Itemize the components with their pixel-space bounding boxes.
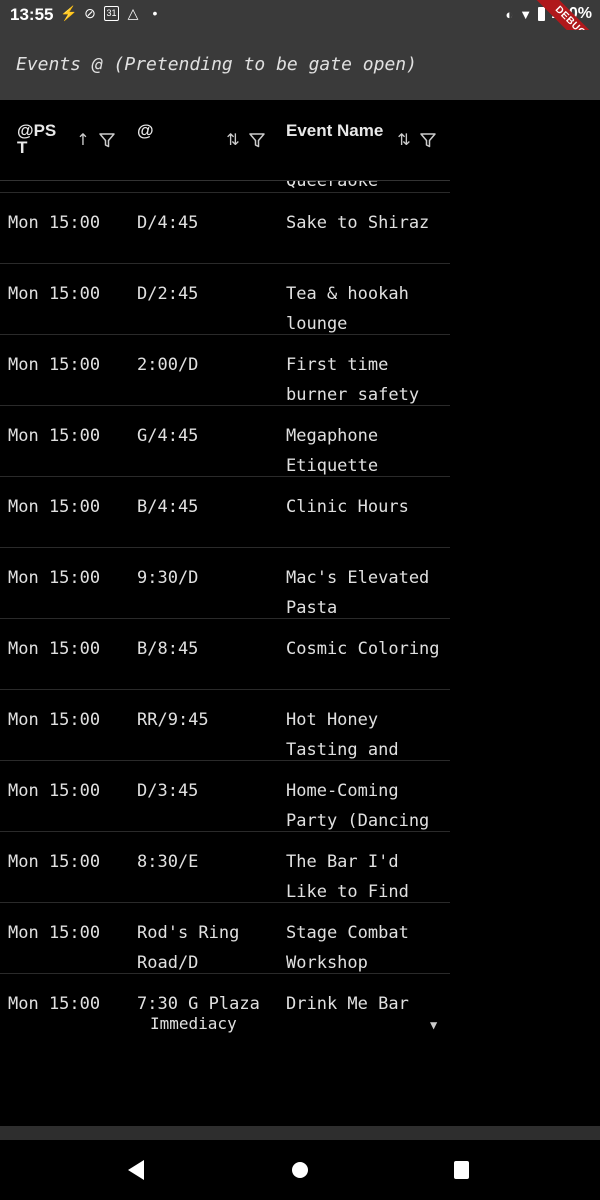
wifi-icon: ▼ <box>519 6 533 22</box>
location-cell: 2:00/D <box>137 355 199 375</box>
location-cell: B/8:45 <box>137 639 199 659</box>
event-name-cell: Tea & hookah lounge <box>286 284 409 334</box>
table-row[interactable]: Mon 15:00 9:30/D Mac's Elevated Pasta <box>0 548 450 619</box>
location-cell: 8:30/E <box>137 852 199 872</box>
event-name-cell: Cosmic Coloring <box>286 639 440 659</box>
time-cell: Mon 15:00 <box>8 213 101 233</box>
time-cell: Mon 15:00 <box>8 781 101 801</box>
event-name-cell: Home-Coming Party (Dancing <box>286 781 430 831</box>
event-name-cell: Stage Combat Workshop <box>286 923 409 973</box>
flutter-icon: ⚡ <box>60 5 78 21</box>
table-row[interactable]: Mon 15:00 Rod's Ring Road/D Stage Combat… <box>0 903 450 974</box>
app-bar: Events @ (Pretending to be gate open) <box>0 30 600 100</box>
time-cell: Mon 15:00 <box>8 852 101 872</box>
table-body: Queeraoke Mon 15:00 D/4:45 Sake to Shira… <box>0 180 450 1012</box>
table-row[interactable]: Mon 15:00 B/4:45 Clinic Hours <box>0 477 450 548</box>
time-cell: Mon 15:00 <box>8 284 101 304</box>
event-name-cell: Clinic Hours <box>286 497 409 517</box>
time-cell: Mon 15:00 <box>8 426 101 446</box>
events-table: @PST ↑ @ ⇅ Event Name ⇅ Queeraoke Mon 15… <box>0 100 450 1012</box>
location-cell: D/3:45 <box>137 781 199 801</box>
page-title: Events @ (Pretending to be gate open) <box>16 54 417 75</box>
event-name-cell: Megaphone Etiquette <box>286 426 379 476</box>
column-label: Event Name <box>286 121 384 140</box>
table-row[interactable]: Mon 15:00 D/4:45 Sake to Shiraz <box>0 193 450 264</box>
home-icon[interactable] <box>292 1162 308 1178</box>
table-row[interactable]: Mon 15:00 8:30/E The Bar I'd Like to Fin… <box>0 832 450 903</box>
table-row[interactable]: Mon 15:00 RR/9:45 Hot Honey Tasting and <box>0 690 450 761</box>
location-cell: D/2:45 <box>137 284 199 304</box>
recent-apps-icon[interactable] <box>454 1161 469 1179</box>
time-cell: Mon 15:00 <box>8 355 101 375</box>
event-name-cell: Queeraoke <box>286 180 379 191</box>
time-cell: Mon 15:00 <box>8 994 101 1012</box>
table-row[interactable]: Queeraoke <box>0 180 450 193</box>
dropdown-arrow-icon: ▼ <box>430 1018 438 1032</box>
table-row[interactable]: Mon 15:00 2:00/D First time burner safet… <box>0 335 450 406</box>
sort-ascending-icon[interactable]: ↑ <box>74 131 92 149</box>
column-header-location[interactable]: @ ⇅ <box>130 100 280 180</box>
location-cell: D/4:45 <box>137 213 199 233</box>
status-notification-icons: ⚡ ⊘ 31 △ • <box>60 5 163 21</box>
system-nav-bar <box>0 1140 600 1200</box>
dot-icon: • <box>152 5 158 21</box>
filter-icon[interactable] <box>98 131 116 149</box>
table-row[interactable]: Mon 15:00 G/4:45 Megaphone Etiquette <box>0 406 450 477</box>
time-cell: Mon 15:00 <box>8 923 101 943</box>
location-cell: 9:30/D <box>137 568 199 588</box>
sort-icon[interactable]: ⇅ <box>395 131 413 149</box>
filter-icon[interactable] <box>419 131 437 149</box>
dropdown-selected-value: Immediacy <box>150 1014 237 1033</box>
sort-mode-dropdown[interactable]: Immediacy ▼ <box>150 1012 450 1038</box>
table-row[interactable]: Mon 15:00 B/8:45 Cosmic Coloring <box>0 619 450 690</box>
event-name-cell: Sake to Shiraz <box>286 213 430 233</box>
time-cell: Mon 15:00 <box>8 497 101 517</box>
calendar-icon: 31 <box>104 5 119 21</box>
event-name-cell: Hot Honey Tasting and <box>286 710 399 760</box>
filter-icon[interactable] <box>248 131 266 149</box>
event-name-cell: The Bar I'd Like to Find <box>286 852 409 902</box>
column-header-event-name[interactable]: Event Name ⇅ <box>280 100 450 180</box>
location-cell: RR/9:45 <box>137 710 209 730</box>
event-name-cell: Mac's Elevated Pasta <box>286 568 430 618</box>
bottom-strip <box>0 1126 600 1140</box>
table-row[interactable]: Mon 15:00 D/2:45 Tea & hookah lounge <box>0 264 450 335</box>
time-cell: Mon 15:00 <box>8 710 101 730</box>
column-label: @ <box>137 121 154 140</box>
status-time: 13:55 <box>10 5 54 24</box>
table-row[interactable]: Mon 15:00 D/3:45 Home-Coming Party (Danc… <box>0 761 450 832</box>
status-bar: 13:55 ⚡ ⊘ 31 △ • ◐ ▼ 100% DEBUG <box>0 0 600 71</box>
battery-icon <box>538 7 546 21</box>
time-cell: Mon 15:00 <box>8 568 101 588</box>
event-name-cell: First time burner safety <box>286 355 420 405</box>
location-cell: G/4:45 <box>137 426 199 446</box>
location-cell: 7:30 G Plaza <box>137 994 260 1012</box>
check-circle-icon: ⊘ <box>84 5 96 21</box>
table-header: @PST ↑ @ ⇅ Event Name ⇅ <box>0 100 450 181</box>
time-cell: Mon 15:00 <box>8 639 101 659</box>
column-label: @PST <box>17 121 57 157</box>
sort-icon[interactable]: ⇅ <box>224 131 242 149</box>
event-name-cell: Drink Me Bar <box>286 994 409 1012</box>
location-cell: B/4:45 <box>137 497 199 517</box>
column-header-time[interactable]: @PST ↑ <box>0 100 130 180</box>
vibrate-icon: ◐ <box>505 6 514 22</box>
table-row[interactable]: Mon 15:00 7:30 G Plaza Drink Me Bar <box>0 974 450 1012</box>
location-cell: Rod's Ring Road/D <box>137 923 240 973</box>
back-icon[interactable] <box>128 1160 144 1180</box>
drive-icon: △ <box>127 5 139 21</box>
